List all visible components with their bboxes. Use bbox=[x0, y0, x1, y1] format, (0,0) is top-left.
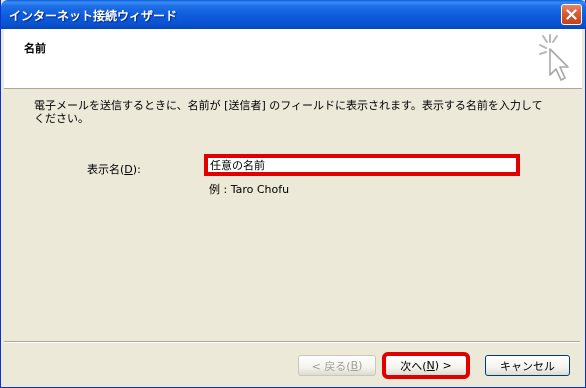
wizard-cursor-icon bbox=[539, 34, 569, 81]
instruction-text: 電子メールを送信するときに、名前が [送信者] のフィールドに表示されます。表示… bbox=[34, 99, 543, 125]
back-button[interactable]: < 戻る(B) bbox=[298, 355, 376, 376]
wizard-header: 名前 bbox=[4, 29, 582, 89]
next-button[interactable]: 次へ(N) > bbox=[382, 352, 470, 379]
display-name-input[interactable] bbox=[204, 154, 520, 176]
display-name-label: 表示名(D): bbox=[87, 163, 141, 176]
close-button[interactable] bbox=[561, 4, 582, 25]
wizard-window: インターネット接続ウィザード 名前 電子メールを送信するときに、名前が [送信者… bbox=[0, 0, 586, 388]
window-title: インターネット接続ウィザード bbox=[9, 9, 178, 23]
wizard-body: 電子メールを送信するときに、名前が [送信者] のフィールドに表示されます。表示… bbox=[4, 89, 582, 347]
example-text: 例 : Taro Chofu bbox=[209, 183, 290, 196]
close-icon bbox=[566, 9, 577, 20]
title-bar[interactable]: インターネット接続ウィザード bbox=[1, 0, 586, 29]
divider bbox=[4, 341, 580, 343]
cancel-button[interactable]: キャンセル bbox=[485, 355, 570, 376]
page-title: 名前 bbox=[24, 42, 46, 55]
